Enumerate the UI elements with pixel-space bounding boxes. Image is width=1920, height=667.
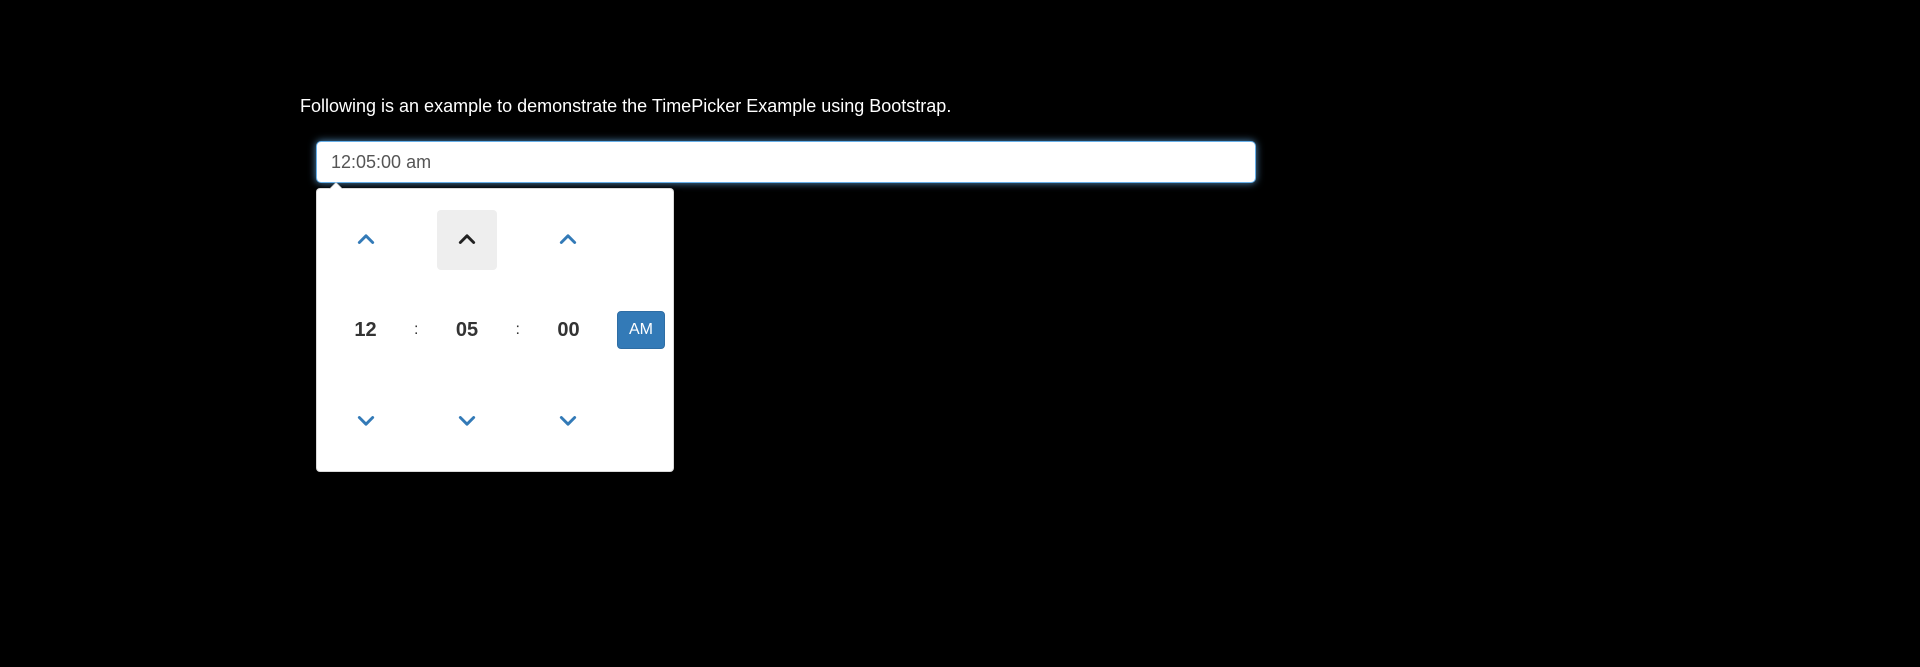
hour-increment-button[interactable] (336, 210, 396, 270)
meridian-toggle-button[interactable]: AM (617, 311, 665, 349)
increment-row (321, 195, 669, 285)
hour-value[interactable]: 12 (336, 319, 396, 342)
page-container: Following is an example to demonstrate t… (0, 0, 1920, 183)
minute-increment-button[interactable] (437, 210, 497, 270)
separator-cell (512, 375, 524, 465)
value-row: 12 : 05 : 00 AM (321, 285, 669, 375)
decrement-row (321, 375, 669, 465)
hour-decrement-button[interactable] (336, 390, 396, 450)
second-decrement-button[interactable] (538, 390, 598, 450)
meridian-spacer (613, 195, 669, 285)
second-value[interactable]: 00 (538, 319, 598, 342)
chevron-down-icon (457, 410, 477, 430)
time-input[interactable] (316, 141, 1256, 183)
chevron-up-icon (457, 230, 477, 250)
chevron-up-icon (356, 230, 376, 250)
timepicker-dropdown: 12 : 05 : 00 AM (316, 188, 674, 472)
timepicker-wrapper: 12 : 05 : 00 AM (316, 141, 1620, 183)
second-increment-button[interactable] (538, 210, 598, 270)
separator-cell (410, 195, 422, 285)
minute-second-separator: : (512, 285, 524, 375)
minute-value[interactable]: 05 (437, 319, 497, 342)
separator-cell (410, 375, 422, 465)
description-text: Following is an example to demonstrate t… (300, 96, 1620, 117)
separator-cell (512, 195, 524, 285)
hour-minute-separator: : (410, 285, 422, 375)
minute-decrement-button[interactable] (437, 390, 497, 450)
timepicker-table: 12 : 05 : 00 AM (321, 195, 669, 465)
meridian-spacer (613, 375, 669, 465)
chevron-down-icon (558, 410, 578, 430)
chevron-down-icon (356, 410, 376, 430)
chevron-up-icon (558, 230, 578, 250)
